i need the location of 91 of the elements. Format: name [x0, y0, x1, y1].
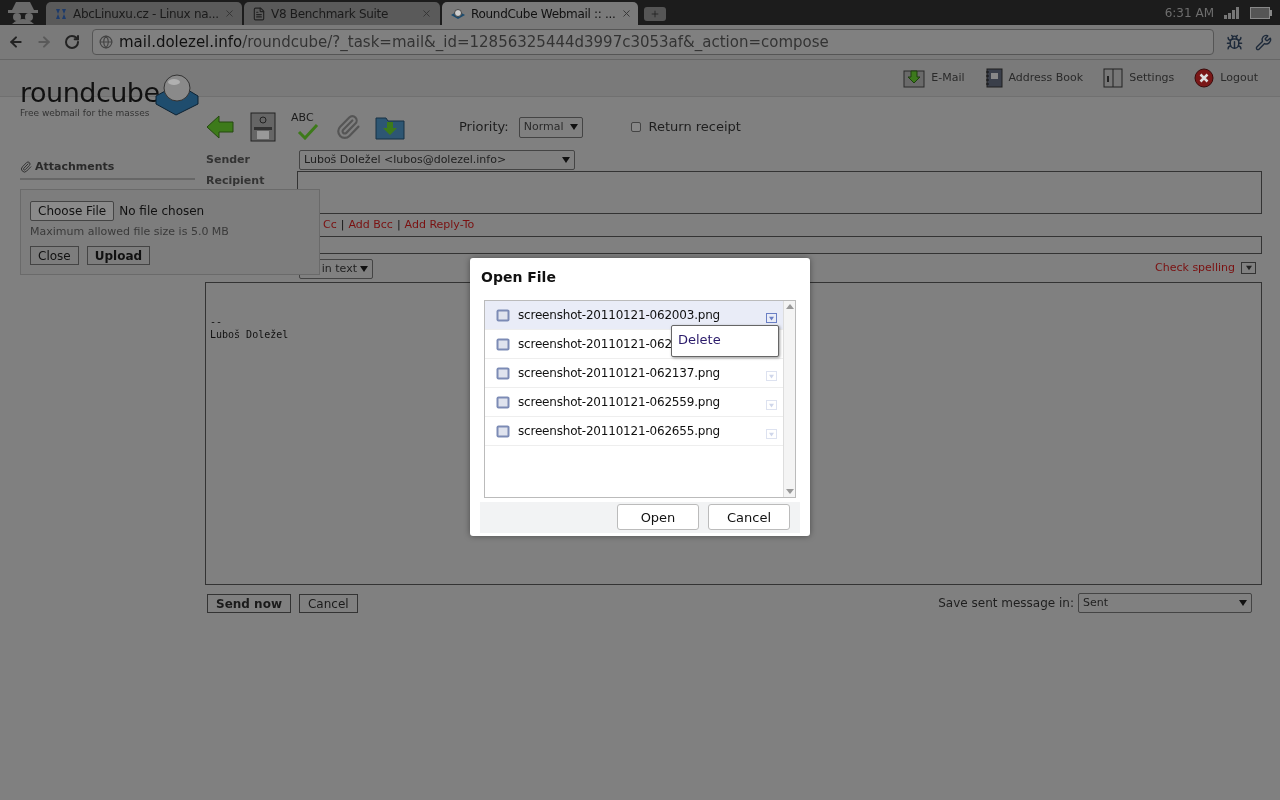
bug-icon[interactable] [1226, 33, 1243, 51]
scroll-down-icon[interactable] [785, 488, 794, 494]
check-icon [295, 124, 319, 140]
recipient-label: Recipient [205, 173, 266, 189]
browser-tab[interactable]: RoundCube Webmail :: ... [442, 2, 638, 25]
recipient-field[interactable] [297, 171, 1262, 214]
caret-icon [769, 315, 774, 321]
inbox-icon [903, 68, 926, 88]
plus-icon [650, 9, 660, 19]
file-name: screenshot-20110121-062 [518, 336, 672, 353]
caret-icon [562, 156, 570, 164]
attachments-heading: Attachments [35, 159, 115, 175]
nav-link[interactable]: Logout [1194, 68, 1258, 88]
separator: | [396, 216, 401, 233]
file-size-hint: Maximum allowed file size is 5.0 MB [30, 224, 230, 240]
return-receipt-label: Return receipt [648, 118, 741, 137]
separator: | [340, 216, 345, 233]
image-file-icon [496, 366, 510, 380]
wrench-icon[interactable] [1255, 33, 1272, 51]
new-tab-button[interactable] [644, 7, 666, 21]
back-arrow-icon[interactable] [205, 114, 235, 140]
address-bar[interactable]: mail.dolezel.info/roundcube/?_task=mail&_id=12856325444d3997c3053af&_action=compose [92, 29, 1214, 55]
site-logo-icon [54, 6, 68, 21]
scrollbar[interactable] [783, 301, 795, 497]
caret-icon [769, 402, 774, 408]
file-name: screenshot-20110121-062003.png [518, 307, 720, 324]
reload-icon[interactable] [64, 34, 80, 50]
file-name: screenshot-20110121-062655.png [518, 423, 720, 440]
file-row[interactable]: screenshot-20110121-062003.png [485, 301, 783, 330]
page-icon [252, 6, 266, 21]
file-name: screenshot-20110121-062559.png [518, 394, 720, 411]
panel-icon [1103, 68, 1124, 88]
caret-icon [769, 373, 774, 379]
clock: 6:31 AM [1164, 4, 1214, 22]
browser-tab[interactable]: AbcLinuxu.cz - Linux na... [46, 2, 242, 25]
address-book-icon [984, 68, 1003, 88]
sender-select[interactable]: Luboš Doležel <lubos@dolezel.info> [299, 150, 575, 170]
back-icon[interactable] [8, 34, 24, 50]
paperclip-icon[interactable] [335, 114, 361, 140]
logo-wordmark: roundcube [20, 78, 160, 108]
image-file-icon [496, 308, 510, 322]
close-icon[interactable] [421, 8, 432, 19]
image-file-icon [496, 424, 510, 438]
globe-icon [99, 35, 113, 49]
file-status: No file chosen [119, 203, 205, 220]
upload-panel-button[interactable]: Upload [86, 245, 151, 265]
row-menu-button[interactable] [766, 313, 777, 323]
folder-download-icon[interactable] [375, 114, 405, 140]
header-link[interactable]: Cc [323, 216, 337, 234]
image-file-icon [496, 337, 510, 351]
nav-link[interactable]: Address Book [984, 68, 1084, 88]
logo-tagline: Free webmail for the masses [20, 108, 151, 118]
nav-link[interactable]: E-Mail [903, 68, 965, 88]
cube-icon [450, 6, 466, 21]
form-button[interactable]: Cancel [298, 593, 358, 613]
choose-file-button[interactable]: Choose File [30, 201, 115, 221]
priority-label: Priority: [459, 118, 509, 137]
image-file-icon [496, 395, 510, 409]
caret-icon [769, 431, 774, 437]
dialog-button[interactable]: Open [617, 504, 699, 531]
file-name: screenshot-20110121-062137.png [518, 365, 720, 382]
caret-icon [1245, 265, 1252, 271]
form-button[interactable]: Send now [207, 593, 291, 613]
caret-icon [360, 265, 368, 273]
save-sent-label: Save sent message in: [938, 595, 1074, 612]
upload-panel-button[interactable]: Close [30, 245, 79, 265]
tab-title: RoundCube Webmail :: ... [471, 5, 616, 23]
dialog-button[interactable]: Cancel [708, 504, 790, 531]
close-icon[interactable] [620, 8, 632, 19]
url-text: mail.dolezel.info/roundcube/?_task=mail&_id=12856325444d3997c3053af&_action=compose [119, 31, 829, 53]
save-folder-select[interactable]: Sent [1078, 593, 1252, 613]
checkbox[interactable] [630, 122, 641, 132]
caret-icon [1239, 599, 1247, 607]
sender-label: Sender [205, 151, 251, 168]
header-link[interactable]: Add Bcc [348, 216, 393, 234]
check-spelling-link[interactable]: Check spelling [1155, 259, 1235, 277]
browser-tab[interactable]: V8 Benchmark Suite [244, 2, 440, 25]
spellcheck-button[interactable]: ABC [291, 112, 321, 142]
signal-icon [1224, 6, 1240, 19]
caret-icon [569, 123, 578, 131]
tab-title: AbcLinuxu.cz - Linux na... [73, 5, 219, 23]
tab-title: V8 Benchmark Suite [271, 5, 390, 23]
scroll-up-icon[interactable] [785, 304, 794, 309]
battery-icon [1250, 6, 1272, 19]
nav-link[interactable]: Settings [1103, 68, 1175, 88]
priority-select[interactable]: Normal [518, 116, 583, 138]
paperclip-icon [20, 161, 32, 174]
header-link[interactable]: Add Reply-To [404, 216, 475, 234]
close-icon[interactable] [223, 8, 235, 19]
close-circle-icon [1194, 68, 1215, 88]
forward-icon[interactable] [36, 34, 52, 50]
